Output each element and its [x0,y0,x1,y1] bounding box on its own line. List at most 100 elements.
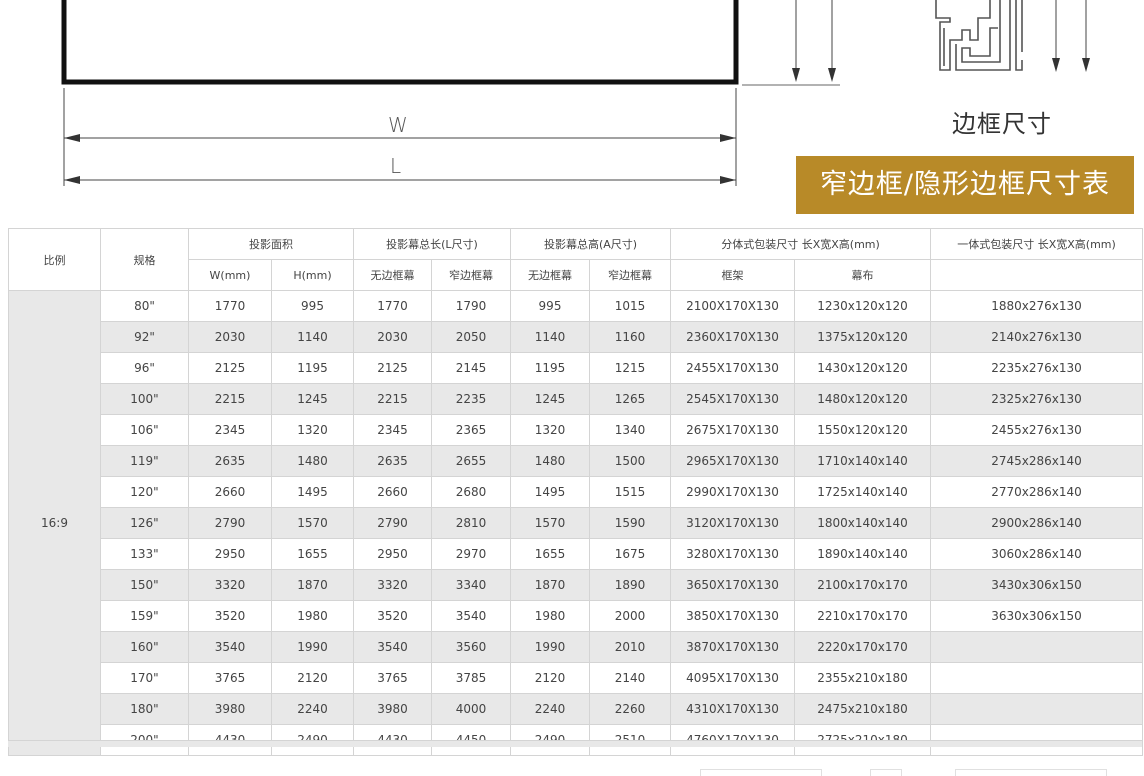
subheader-len-narrow: 窄边框幕 [431,259,511,291]
table-cell: 3870X170X130 [670,631,796,663]
table-row: 120" 2660 1495 2660 2680 1495 1515 2990X170X130… [9,476,1144,508]
table-cell: 2325x276x130 [930,383,1144,415]
table-cell: 2010 [588,631,672,663]
table-cell: 2000 [588,600,672,632]
subheader-one-pack-empty [930,259,1144,291]
table-cell: 1675 [588,538,672,570]
table-cell: 1480 [510,445,590,477]
size-table: 比例 规格 投影面积 投影幕总长(L尺寸) 投影幕总高(A尺寸) 分体式包装尺寸… [8,228,1144,756]
table-cell: 1160 [588,321,672,353]
table-row: 100" 2215 1245 2215 2235 1245 1265 2545X170X130… [9,383,1144,415]
table-cell: 2770x286x140 [930,476,1144,508]
table-cell: 2365 [431,414,511,446]
header-ratio: 比例 [8,228,101,291]
table-cell [930,631,1144,663]
table-row: 126" 2790 1570 2790 2810 1570 1590 3120X170X130… [9,507,1144,539]
table-cell: 1870 [271,569,354,601]
table-row: 16:9 80" 1770 995 1770 1790 995 1015 2100X170X13… [8,290,1144,756]
subheader-frame: 框架 [670,259,796,291]
table-cell: 2030 [353,321,432,353]
spec-cell: 159" [100,600,189,632]
spec-cell: 100" [100,383,189,415]
table-cell: 1790 [431,290,511,322]
table-cell: 1265 [588,383,672,415]
table-cell: 2990X170X130 [670,476,796,508]
header-total-length: 投影幕总长(L尺寸) [353,228,511,260]
frame-dim-arrow-2 [1082,58,1090,72]
table-cell: 1550x120x120 [794,414,932,446]
ratio-cell: 16:9 [8,290,101,756]
table-cell: 1570 [510,507,590,539]
spec-cell: 92" [100,321,189,353]
table-cell: 2790 [353,507,432,539]
table-cell: 2475x210x180 [794,693,932,725]
table-cell: 1770 [188,290,272,322]
spec-cell: 180" [100,693,189,725]
table-cell: 2125 [188,352,272,384]
table-cell: 1890x140x140 [794,538,932,570]
table-cell: 3280X170X130 [670,538,796,570]
table-row: 170" 3765 2120 3765 3785 2120 2140 4095X170X130… [9,662,1144,694]
table-cell: 3850X170X130 [670,600,796,632]
table-cell: 1430x120x120 [794,352,932,384]
table-cell: 4000 [431,693,511,725]
table-cell: 2455X170X130 [670,352,796,384]
spec-cell: 150" [100,569,189,601]
size-table-banner: 窄边框/隐形边框尺寸表 [796,156,1134,214]
w-arrow-right [720,134,736,142]
table-row: 133" 2950 1655 2950 2970 1655 1675 3280X170X130… [9,538,1144,570]
table-cell: 3980 [188,693,272,725]
table-cell: 4095X170X130 [670,662,796,694]
subheader-ht-narrow: 窄边框幕 [588,259,672,291]
table-cell: 2635 [353,445,432,477]
table-header: 比例 规格 投影面积 投影幕总长(L尺寸) 投影幕总高(A尺寸) 分体式包装尺寸… [8,228,1144,291]
table-cell: 2950 [188,538,272,570]
table-cell: 2355x210x180 [794,662,932,694]
table-cell: 3320 [188,569,272,601]
table-cell: 2215 [188,383,272,415]
table-cell: 1480x120x120 [794,383,932,415]
table-cell: 2120 [510,662,590,694]
table-cell: 1140 [510,321,590,353]
table-cell: 1015 [588,290,672,322]
table-cell: 3540 [431,600,511,632]
table-cell: 2235 [431,383,511,415]
table-body: 16:9 80" 1770 995 1770 1790 995 1015 2100X170X13… [8,290,1144,756]
dimension-drawing: W L 边框尺寸 窄边框/隐形边框尺寸表 [0,0,1144,214]
table-cell: 1245 [271,383,354,415]
spec-cell: 80" [100,290,189,322]
table-cell: 1655 [510,538,590,570]
l-arrow-left [64,176,80,184]
table-cell [930,693,1144,725]
table-cell: 2140 [588,662,672,694]
spec-cell: 120" [100,476,189,508]
table-cell: 2790 [188,507,272,539]
table-cell: 2260 [588,693,672,725]
table-cell: 995 [510,290,590,322]
table-cell: 2100x170x170 [794,569,932,601]
w-label: W [388,113,408,137]
spec-cell: 96" [100,352,189,384]
frame-profile-icon [935,0,1023,71]
table-cell: 3765 [353,662,432,694]
table-cell: 2950 [353,538,432,570]
spec-cell: 126" [100,507,189,539]
table-row: 96" 2125 1195 2125 2145 1195 1215 2455X170X130 1… [9,352,1144,384]
table-row: 159" 3520 1980 3520 3540 1980 2000 3850X170X130… [9,600,1144,632]
size-table-container: 比例 规格 投影面积 投影幕总长(L尺寸) 投影幕总高(A尺寸) 分体式包装尺寸… [8,228,1144,756]
subheader-w: W(mm) [188,259,272,291]
spec-cell: 119" [100,445,189,477]
table-cell: 2970 [431,538,511,570]
table-cell: 2235x276x130 [930,352,1144,384]
table-cell: 1195 [510,352,590,384]
table-cell: 995 [271,290,354,322]
table-cell: 2345 [188,414,272,446]
table-cell: 2900x286x140 [930,507,1144,539]
table-cell: 1495 [271,476,354,508]
header-split-pack: 分体式包装尺寸 长X宽X高(mm) [670,228,932,260]
table-cell: 1480 [271,445,354,477]
spec-cell: 133" [100,538,189,570]
table-cell: 2655 [431,445,511,477]
table-cell: 1770 [353,290,432,322]
table-cell: 1500 [588,445,672,477]
